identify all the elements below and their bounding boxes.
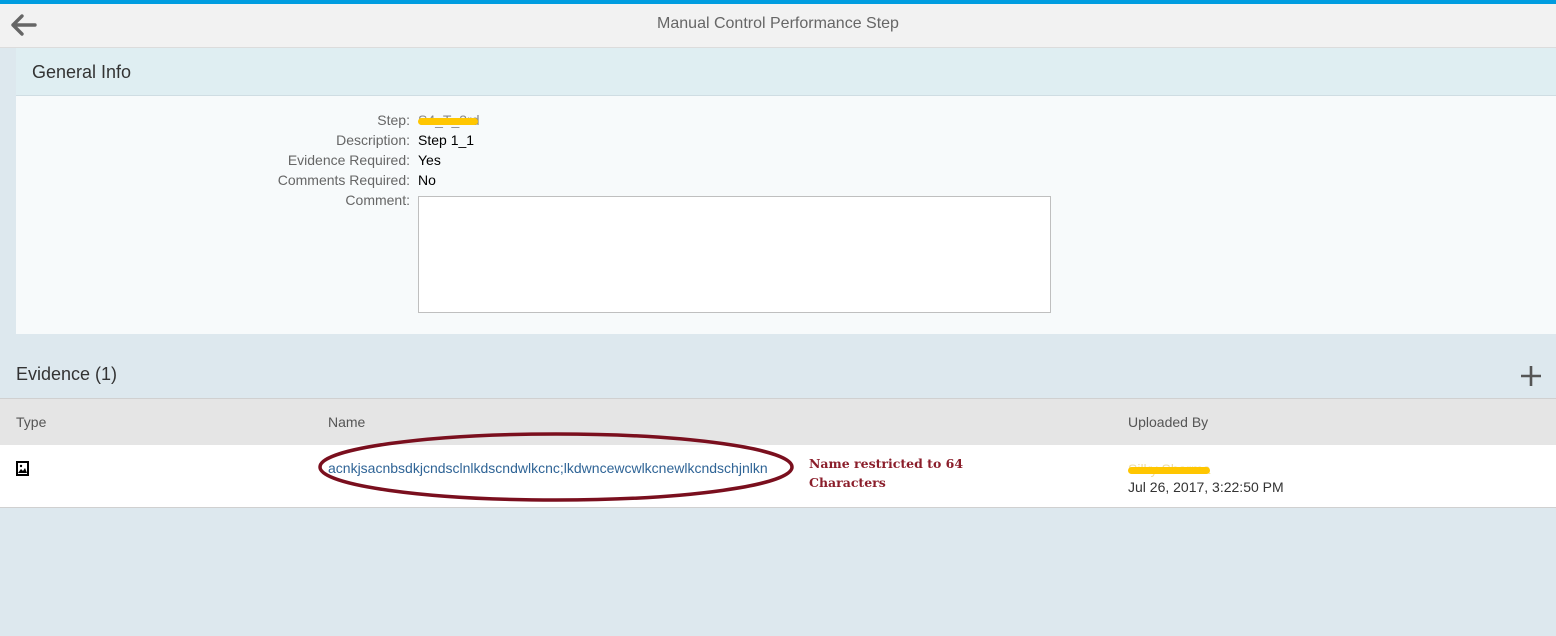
comment-textarea[interactable] xyxy=(418,196,1051,313)
evidence-required-value: Yes xyxy=(418,152,441,168)
evidence-table-header: Type Name Uploaded By xyxy=(0,398,1556,446)
evidence-required-label: Evidence Required: xyxy=(287,152,410,168)
table-row[interactable]: acnkjsacnbsdkjcndsclnlkdscndwlkcnc;lkdwn… xyxy=(0,445,1556,508)
column-header-name: Name xyxy=(328,414,366,430)
comments-required-value: No xyxy=(418,172,436,188)
annotation-note: Name restricted to 64 Characters xyxy=(809,456,964,490)
upload-date: Jul 26, 2017, 3:22:50 PM xyxy=(1128,479,1284,495)
add-evidence-button[interactable] xyxy=(1519,364,1543,388)
description-label: Description: xyxy=(336,132,410,148)
redaction-mark xyxy=(418,118,478,125)
column-header-uploaded-by: Uploaded By xyxy=(1128,414,1209,430)
column-header-type: Type xyxy=(16,414,47,430)
evidence-name-link[interactable]: acnkjsacnbsdkjcndsclnlkdscndwlkcnc;lkdwn… xyxy=(328,460,768,476)
redaction-mark xyxy=(1128,467,1210,474)
page-title: Manual Control Performance Step xyxy=(657,15,899,32)
general-info-form: Step: S4_T_3rd Description: Step 1_1 Evi… xyxy=(16,96,1556,334)
comments-required-label: Comments Required: xyxy=(277,172,410,188)
general-info-title: General Info xyxy=(32,62,132,82)
image-file-icon xyxy=(16,461,29,476)
page-header: Manual Control Performance Step xyxy=(0,4,1556,48)
step-label: Step: xyxy=(377,112,410,128)
description-value: Step 1_1 xyxy=(418,132,475,148)
general-info-header: General Info xyxy=(16,48,1556,96)
plus-icon xyxy=(1521,366,1541,386)
evidence-title: Evidence (1) xyxy=(16,364,118,384)
comment-label: Comment: xyxy=(345,192,410,208)
